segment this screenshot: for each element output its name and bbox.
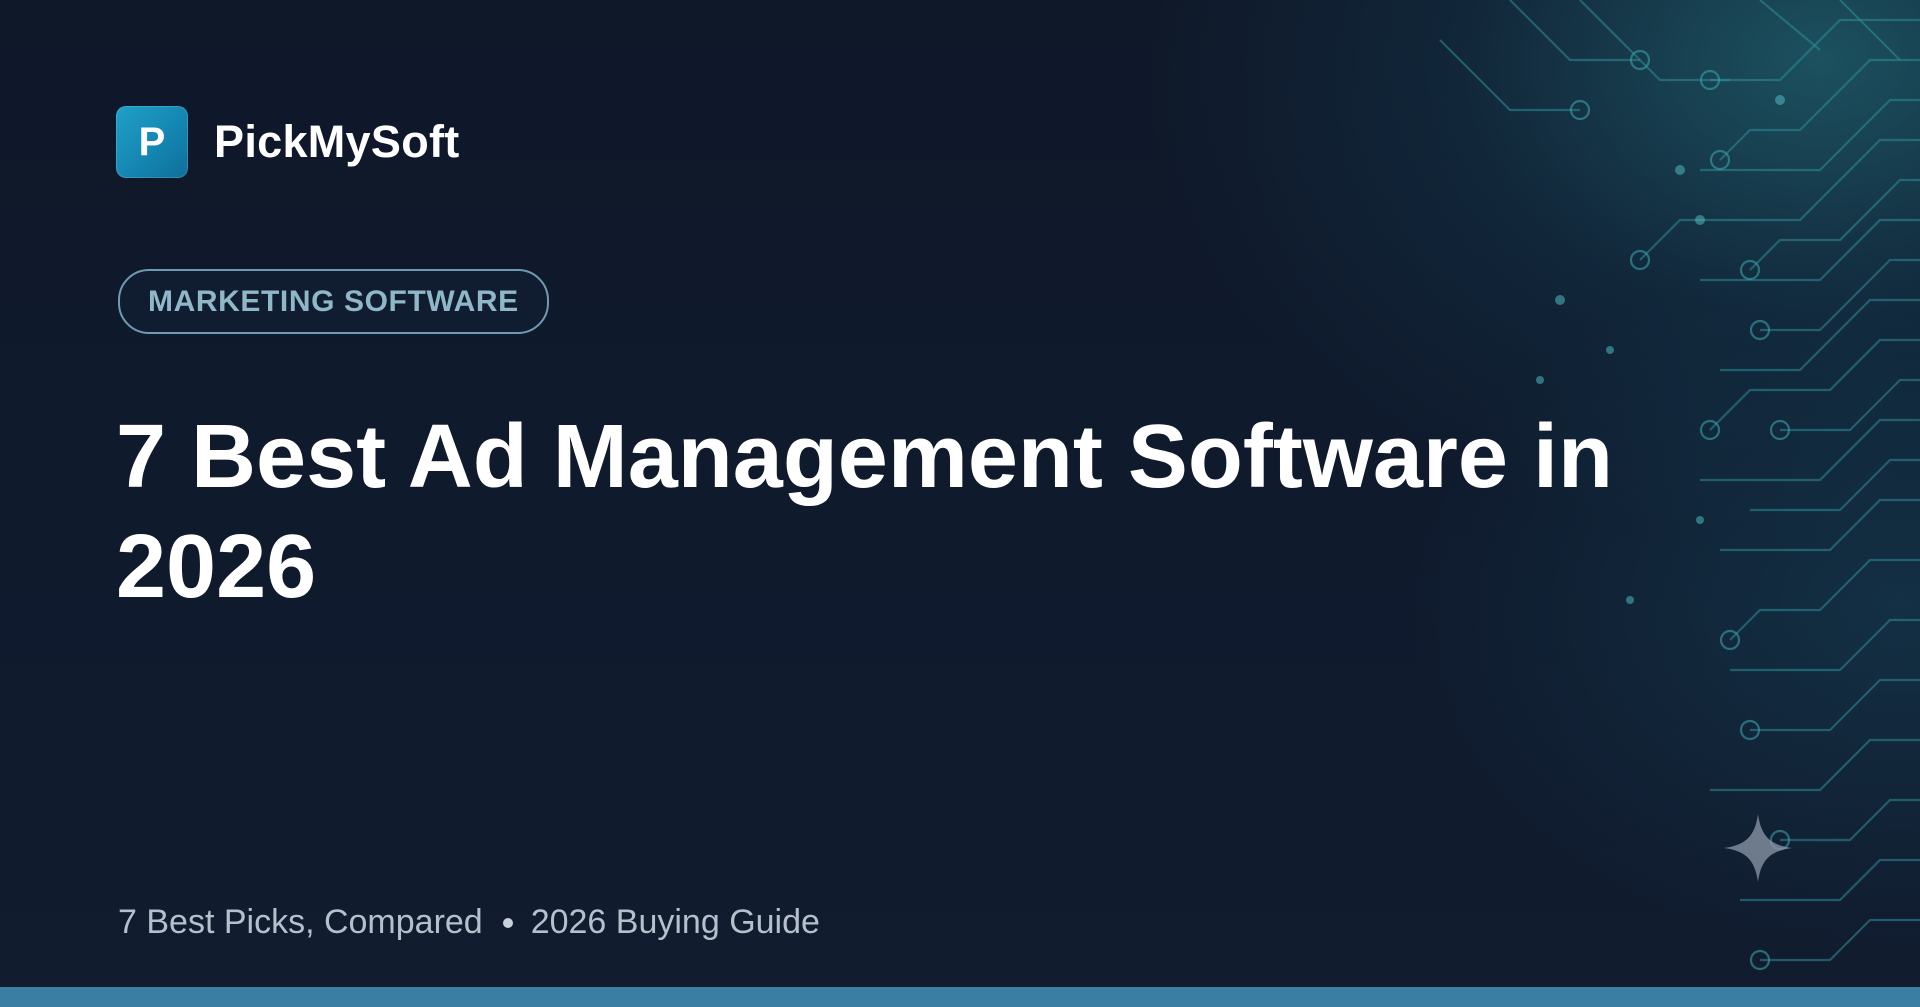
article-meta: 7 Best Picks, Compared 2026 Buying Guide — [118, 903, 820, 942]
picks-text: 7 Best Picks, Compared — [118, 903, 483, 941]
bullet-dot-icon — [502, 917, 513, 928]
logo-letter: P — [138, 120, 166, 164]
guide-text: 2026 Buying Guide — [530, 903, 820, 941]
sparkle-icon — [1724, 814, 1792, 882]
hero-banner: P PickMySoft MARKETING SOFTWARE 7 Best A… — [0, 0, 1920, 1007]
brand-name: PickMySoft — [214, 116, 460, 167]
article-title: 7 Best Ad Management Software in 2026 — [116, 407, 1613, 617]
bottom-accent-bar — [0, 987, 1920, 1007]
p-logo-icon: P — [116, 106, 188, 178]
brand-header[interactable]: P PickMySoft — [116, 106, 460, 178]
category-badge: MARKETING SOFTWARE — [118, 269, 549, 334]
category-label: MARKETING SOFTWARE — [148, 284, 519, 318]
